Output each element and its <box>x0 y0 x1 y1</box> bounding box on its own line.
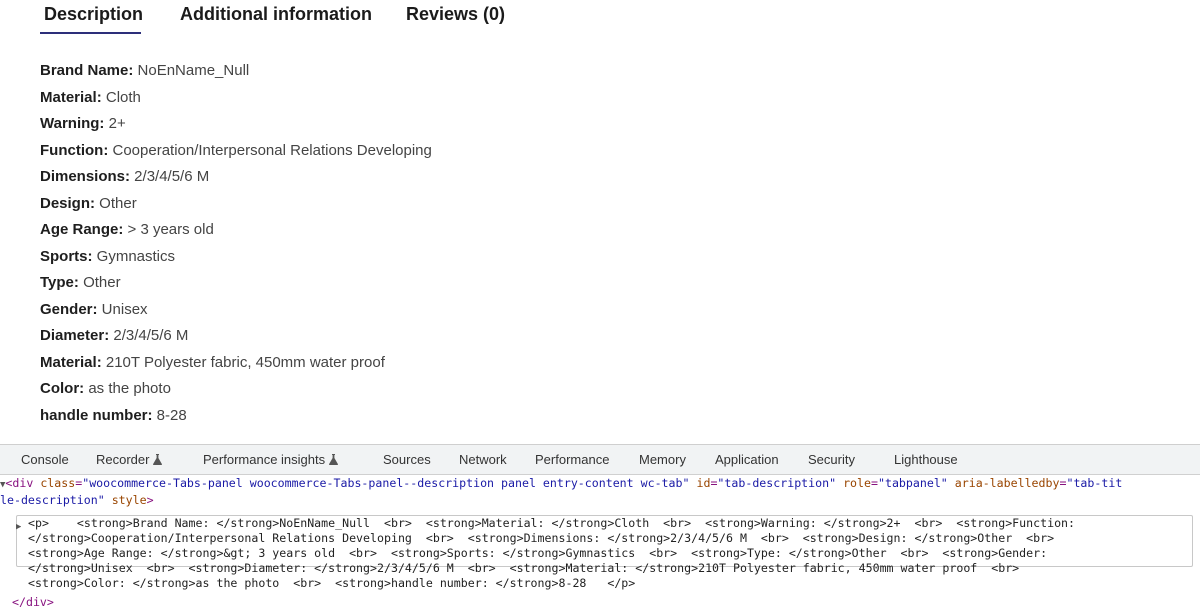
devtools-tab-bar: Console Recorder Performance insights So… <box>0 445 1200 475</box>
devtools-tab-console[interactable]: Console <box>21 445 69 475</box>
elements-tree: ▼<div class="woocommerce-Tabs-panel wooc… <box>0 476 1200 609</box>
spec-gender: Gender: Unisex <box>40 297 1140 324</box>
spec-brand-name: Brand Name: NoEnName_Null <box>40 58 1140 85</box>
spec-value: Other <box>95 194 137 212</box>
spec-key: Age Range: <box>40 221 124 238</box>
spec-key: Brand Name: <box>40 62 134 79</box>
flask-icon <box>153 454 163 465</box>
p-source-line: <strong>Age Range: </strong>&gt; 3 years… <box>28 546 1055 560</box>
spec-value: Unisex <box>97 300 148 318</box>
product-tabs: Description Additional information Revie… <box>0 0 1200 34</box>
devtools-tab-security[interactable]: Security <box>808 445 855 475</box>
devtools-tab-label: Performance insights <box>203 452 326 467</box>
spec-key: Color: <box>40 380 85 397</box>
spec-type: Type: Other <box>40 270 1140 297</box>
devtools-tab-performance[interactable]: Performance <box>535 445 609 475</box>
spec-sports: Sports: Gymnastics <box>40 244 1140 271</box>
spec-value: 8-28 <box>152 406 187 424</box>
active-tab-indicator <box>40 32 141 34</box>
p-source-line: <p> <strong>Brand Name: </strong>NoEnNam… <box>28 516 1082 530</box>
spec-material-fabric: Material: 210T Polyester fabric, 450mm w… <box>40 350 1140 377</box>
devtools-tab-memory[interactable]: Memory <box>639 445 686 475</box>
description-panel: Brand Name: NoEnName_Null Material: Clot… <box>40 58 1140 429</box>
spec-key: handle number: <box>40 406 153 424</box>
spec-value: Other <box>78 274 121 291</box>
devtools-tab-application[interactable]: Application <box>715 445 779 475</box>
tab-description[interactable]: Description <box>44 4 143 25</box>
devtools-tab-label: Recorder <box>96 452 150 467</box>
spec-value: as the photo <box>84 380 171 397</box>
spec-value: Cooperation/Interpersonal Relations Deve… <box>108 141 432 159</box>
spec-value: 2/3/4/5/6 M <box>109 327 189 344</box>
spec-key: Dimensions: <box>40 168 131 185</box>
spec-function: Function: Cooperation/Interpersonal Rela… <box>40 138 1140 165</box>
spec-key: Function: <box>40 141 109 159</box>
devtools-tab-lighthouse[interactable]: Lighthouse <box>894 445 958 475</box>
spec-value: 210T Polyester fabric, 450mm water proof <box>101 353 385 371</box>
spec-handle-number: handle number: 8-28 <box>40 403 1140 430</box>
collapse-triangle-icon[interactable]: ▶ <box>16 518 21 535</box>
spec-age-range: Age Range: > 3 years old <box>40 217 1140 244</box>
spec-key: Diameter: <box>40 327 110 344</box>
spec-material: Material: Cloth <box>40 85 1140 112</box>
spec-key: Sports: <box>40 247 93 265</box>
spec-value: 2+ <box>104 115 126 132</box>
spec-key: Gender: <box>40 300 98 318</box>
dom-node-div-cont: le-description" style> <box>0 493 154 507</box>
spec-diameter: Diameter: 2/3/4/5/6 M <box>40 323 1140 350</box>
spec-key: Warning: <box>40 115 105 132</box>
flask-icon <box>329 454 339 465</box>
spec-key: Material: <box>40 353 102 371</box>
spec-design: Design: Other <box>40 191 1140 218</box>
tab-additional-information[interactable]: Additional information <box>180 4 372 25</box>
spec-key: Type: <box>40 274 79 291</box>
devtools-panel: Console Recorder Performance insights So… <box>0 444 1200 611</box>
devtools-tab-network[interactable]: Network <box>459 445 507 475</box>
devtools-tab-recorder[interactable]: Recorder <box>96 445 163 475</box>
spec-warning: Warning: 2+ <box>40 111 1140 138</box>
spec-key: Design: <box>40 194 96 212</box>
tab-reviews[interactable]: Reviews (0) <box>406 4 505 25</box>
dom-node-div-close: </div> <box>12 595 54 609</box>
spec-value: NoEnName_Null <box>133 62 250 79</box>
devtools-tab-sources[interactable]: Sources <box>383 445 431 475</box>
spec-value: > 3 years old <box>123 221 214 238</box>
spec-key: Material: <box>40 88 102 106</box>
p-source-line: </strong>Unisex <br> <strong>Diameter: <… <box>28 561 1020 575</box>
spec-dimensions: Dimensions: 2/3/4/5/6 M <box>40 164 1140 191</box>
devtools-tab-performance-insights[interactable]: Performance insights <box>203 445 339 475</box>
spec-value: Cloth <box>101 88 141 106</box>
spec-color: Color: as the photo <box>40 376 1140 403</box>
dom-node-div[interactable]: ▼<div class="woocommerce-Tabs-panel wooc… <box>0 476 1200 493</box>
spec-value: 2/3/4/5/6 M <box>130 168 210 185</box>
p-source-line: <strong>Color: </strong>as the photo <br… <box>28 576 636 590</box>
p-source-line: </strong>Cooperation/Interpersonal Relat… <box>28 531 1055 545</box>
spec-value: Gymnastics <box>92 247 176 265</box>
